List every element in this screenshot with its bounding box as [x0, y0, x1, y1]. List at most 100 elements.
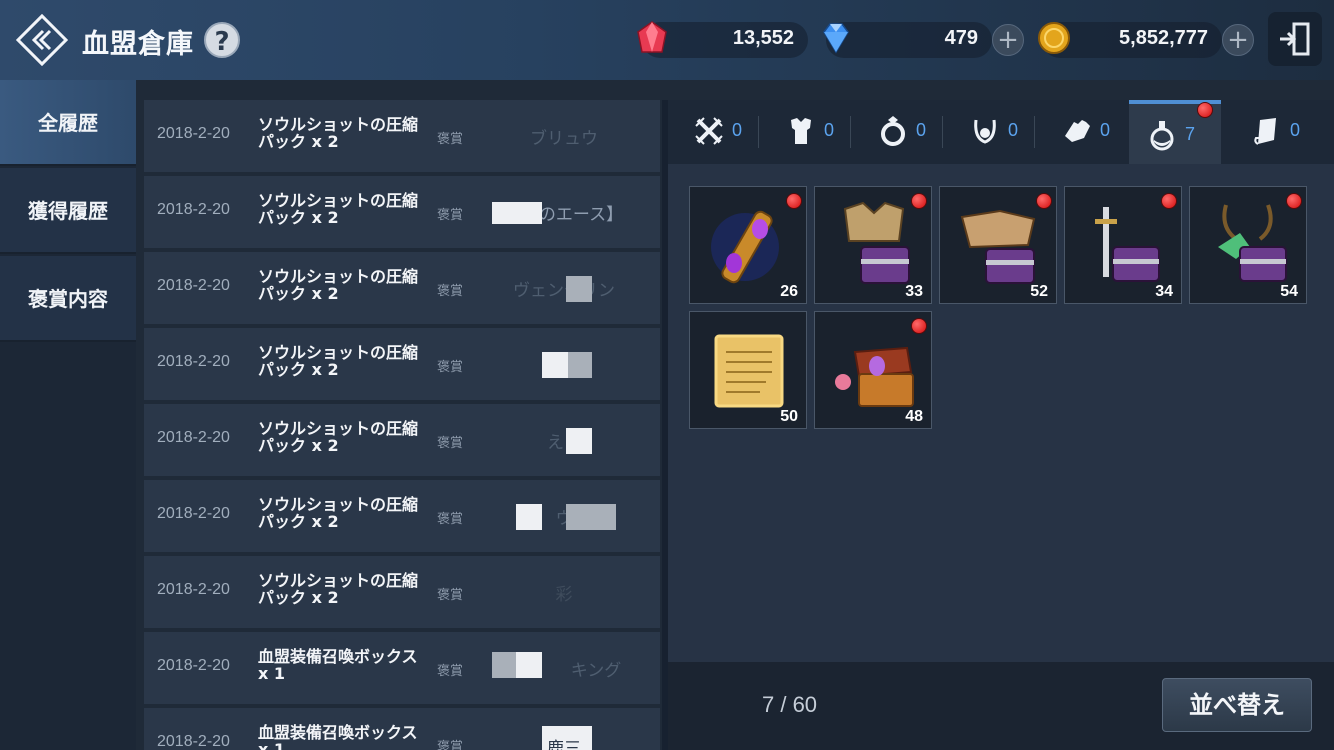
row-date: 2018-2-20 — [157, 277, 230, 294]
item-count: 34 — [1155, 283, 1173, 300]
tab-separator — [1034, 116, 1035, 148]
row-member-name: えり — [547, 433, 581, 453]
exit-door-icon — [1280, 22, 1310, 56]
gold-coin-value: 5,852,777 — [1119, 27, 1208, 49]
item-count: 54 — [1280, 283, 1298, 300]
category-tabs: 0 0 0 0 0 7 0 — [668, 100, 1334, 164]
row-date: 2018-2-20 — [157, 505, 230, 522]
history-row: 2018-2-20 ソウルショットの圧縮パック x 2 褒賞 【火のエース】 — [144, 176, 660, 248]
inventory-footer: 7 / 60 並べ替え — [668, 662, 1334, 750]
scroll-icon — [1254, 118, 1276, 145]
new-badge — [1036, 193, 1052, 209]
gloves-icon — [1065, 120, 1090, 142]
blue-diamond-icon — [823, 23, 849, 54]
capacity-counter: 7 / 60 — [762, 692, 818, 717]
tab-count: 0 — [1290, 120, 1301, 140]
nav-all-history[interactable]: 全履歴 — [0, 80, 136, 166]
row-type: 褒賞 — [437, 360, 464, 375]
exit-button[interactable] — [1268, 12, 1322, 66]
new-badge — [911, 193, 927, 209]
tab-count: 0 — [1008, 120, 1019, 140]
top-bar: 血盟倉庫 ? 13,552 479 + 5,852,777 + — [0, 0, 1334, 80]
redaction-block — [492, 202, 542, 224]
redaction-block — [566, 428, 592, 454]
row-date: 2018-2-20 — [157, 733, 230, 750]
row-member-name: キング — [570, 661, 622, 681]
redaction-block — [516, 652, 542, 678]
inventory-slot[interactable]: 48 — [814, 311, 932, 429]
row-item-name: 血盟装備召喚ボックス x 1 — [258, 647, 418, 683]
new-badge — [1161, 193, 1177, 209]
row-date: 2018-2-20 — [157, 581, 230, 598]
back-diamond-icon — [15, 13, 69, 67]
row-date: 2018-2-20 — [157, 125, 230, 142]
tab-weapons[interactable]: 0 — [676, 100, 768, 164]
new-badge — [786, 193, 802, 209]
tab-separator — [942, 116, 943, 148]
redaction-block — [566, 276, 592, 302]
row-type: 褒賞 — [437, 740, 464, 750]
potion-icon — [1150, 121, 1174, 151]
tab-count: 0 — [1100, 120, 1111, 140]
sort-button[interactable]: 並べ替え — [1162, 678, 1312, 732]
tab-separator — [758, 116, 759, 148]
crossed-swords-icon — [695, 117, 723, 145]
nav-reward-contents[interactable]: 褒賞内容 — [0, 256, 136, 342]
inventory-slot[interactable]: 34 — [1064, 186, 1182, 304]
new-badge — [911, 318, 927, 334]
tab-amulets[interactable]: 0 — [952, 100, 1044, 164]
history-row: 2018-2-20 血盟装備召喚ボックス x 1 褒賞 鹿三 — [144, 708, 660, 750]
inventory-slot[interactable]: 26 — [689, 186, 807, 304]
tab-consumables[interactable]: 7 — [1129, 100, 1221, 164]
row-item-name: 血盟装備召喚ボックス x 1 — [258, 723, 418, 750]
row-member-name: ブリュウ — [530, 129, 598, 149]
inventory-slot[interactable]: 52 — [939, 186, 1057, 304]
inventory-grid: 26 33 52 34 54 50 48 — [668, 164, 1334, 662]
item-count: 52 — [1030, 283, 1048, 300]
blue-diamond-counter: 479 — [823, 22, 992, 58]
row-member-name: 彩 — [555, 585, 573, 605]
item-count: 48 — [905, 408, 923, 425]
redaction-block — [566, 504, 616, 530]
inventory-slot[interactable]: 54 — [1189, 186, 1307, 304]
inventory-slot[interactable]: 50 — [689, 311, 807, 429]
row-item-name: ソウルショットの圧縮パック x 2 — [258, 343, 419, 379]
row-type: 褒賞 — [437, 664, 464, 679]
gold-coin-icon — [1038, 22, 1070, 54]
history-list[interactable]: 2018-2-20 ソウルショットの圧縮パック x 2 褒賞 ブリュウ 2018… — [144, 100, 660, 750]
item-count: 33 — [905, 283, 923, 300]
row-item-name: ソウルショットの圧縮パック x 2 — [258, 571, 419, 607]
history-row: 2018-2-20 ソウルショットの圧縮パック x 2 褒賞 えり — [144, 404, 660, 476]
row-item-name: ソウルショットの圧縮パック x 2 — [258, 419, 419, 455]
add-diamond-button[interactable]: + — [992, 24, 1024, 56]
history-row: 2018-2-20 ソウルショットの圧縮パック x 2 褒賞 彩 — [144, 556, 660, 628]
history-row: 2018-2-20 ソウルショットの圧縮パック x 2 褒賞 ☆ — [144, 328, 660, 400]
row-type: 褒賞 — [437, 512, 464, 527]
tab-scrolls[interactable]: 0 — [1234, 100, 1326, 164]
tab-separator — [850, 116, 851, 148]
row-type: 褒賞 — [437, 588, 464, 603]
row-item-name: ソウルショットの圧縮パック x 2 — [258, 495, 419, 531]
row-item-name: ソウルショットの圧縮パック x 2 — [258, 115, 419, 151]
back-button[interactable] — [15, 13, 69, 67]
tab-rings[interactable]: 0 — [860, 100, 952, 164]
redaction-block — [542, 352, 568, 378]
nav-acquired-history[interactable]: 獲得履歴 — [0, 168, 136, 254]
tab-armor[interactable]: 0 — [768, 100, 860, 164]
history-row: 2018-2-20 ソウルショットの圧縮パック x 2 褒賞 ウ — [144, 480, 660, 552]
new-badge — [1286, 193, 1302, 209]
tab-gloves[interactable]: 0 — [1044, 100, 1136, 164]
row-date: 2018-2-20 — [157, 353, 230, 370]
row-type: 褒賞 — [437, 436, 464, 451]
row-date: 2018-2-20 — [157, 201, 230, 218]
red-gem-value: 13,552 — [732, 27, 794, 49]
tab-count: 0 — [824, 120, 835, 140]
add-gold-button[interactable]: + — [1222, 24, 1254, 56]
help-button[interactable]: ? — [204, 22, 240, 58]
amulet-icon — [974, 119, 996, 144]
row-member-name: ヴェンデリン — [513, 281, 615, 301]
inventory-slot[interactable]: 33 — [814, 186, 932, 304]
category-nav: 全履歴 獲得履歴 褒賞内容 — [0, 80, 136, 750]
row-item-name: ソウルショットの圧縮パック x 2 — [258, 267, 419, 303]
row-member-name: 鹿三 — [547, 739, 581, 750]
